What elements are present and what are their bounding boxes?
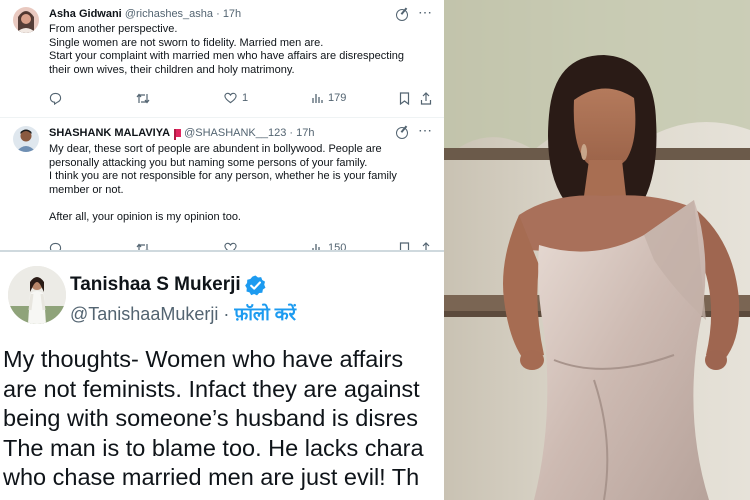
views-icon: [312, 94, 323, 103]
tweet-text: From another perspective. Single women a…: [49, 23, 434, 77]
avatar[interactable]: [13, 7, 39, 33]
author-name[interactable]: Tanishaa S Mukerji: [70, 274, 241, 296]
tweet-time[interactable]: · 17h: [216, 8, 241, 20]
tweet-header: Asha Gidwani @richashes_asha · 17h: [49, 8, 241, 20]
grok-icon[interactable]: [396, 127, 408, 139]
tweet-time[interactable]: · 17h: [289, 127, 314, 139]
more-icon[interactable]: ⋯: [418, 122, 432, 139]
tweet-line: [49, 197, 434, 211]
views-count: 179: [328, 92, 347, 104]
tweet-line: Start your complaint with married men wh…: [49, 50, 405, 63]
tweet-text: My thoughts- Women who have affairs are …: [3, 345, 444, 493]
reply-tweet-shashank[interactable]: SHASHANK MALAVIYA @SHASHANK__123 · 17h ⋯…: [0, 117, 444, 255]
avatar[interactable]: [13, 126, 39, 152]
tweet-actions: 1 179: [49, 92, 434, 108]
views-button[interactable]: 179: [311, 92, 346, 104]
follow-button[interactable]: फ़ॉलो करें: [234, 304, 296, 324]
collage: Asha Gidwani @richashes_asha · 17h ⋯ Fro…: [0, 0, 750, 500]
reply-icon: [49, 92, 62, 105]
bookmark-icon: [399, 92, 410, 105]
portrait-photo: [444, 0, 750, 500]
tweet-line: who chase married men are just evil! Th: [3, 464, 420, 490]
author-handle[interactable]: @SHASHANK__123: [184, 127, 286, 139]
tweet-line: their own wives, their children and holy…: [49, 63, 295, 76]
tweet-line: From another perspective.: [49, 23, 178, 35]
separator-dot: ·: [223, 304, 235, 324]
tweet-line: The man is to blame too. He lacks chara: [3, 434, 424, 461]
tweet-line: member or not.: [49, 183, 124, 196]
reply-tweet-asha[interactable]: Asha Gidwani @richashes_asha · 17h ⋯ Fro…: [0, 0, 444, 117]
share-icon: [420, 92, 432, 105]
like-count: 1: [242, 92, 249, 104]
more-icon[interactable]: ⋯: [418, 4, 432, 21]
tweet-line: After all, your opinion is my opinion to…: [49, 210, 241, 223]
tweet-text: My dear, these sort of people are abunde…: [49, 143, 434, 225]
tweet-line: personally attacking you but naming some…: [49, 156, 368, 169]
author-handle[interactable]: @richashes_asha: [125, 8, 213, 20]
like-icon: [224, 92, 237, 104]
grok-icon[interactable]: [396, 9, 408, 21]
tweet-line: are not feminists. Infact they are again…: [3, 375, 420, 402]
verified-badge-icon: [245, 275, 266, 296]
retweet-button[interactable]: [136, 92, 150, 105]
main-tweet[interactable]: Tanishaa S Mukerji @TanishaaMukerji · फ़…: [0, 252, 444, 500]
retweet-icon: [136, 93, 150, 104]
tweet-line: My thoughts- Women who have affairs: [3, 346, 404, 372]
flag-icon: [174, 129, 182, 140]
author-handle[interactable]: @TanishaaMukerji: [70, 304, 218, 324]
tweet-line: being with someone’s husband is disres: [3, 405, 418, 431]
share-button[interactable]: [420, 92, 432, 105]
author-name[interactable]: SHASHANK MALAVIYA: [49, 127, 170, 139]
reply-button[interactable]: [49, 92, 62, 105]
avatar[interactable]: [8, 266, 66, 324]
tweet-line: Single women are not sworn to fidelity. …: [49, 36, 324, 49]
author-handle-row: @TanishaaMukerji · फ़ॉलो करें: [70, 302, 296, 326]
tweet-line: I think you are not responsible for any …: [49, 170, 397, 183]
like-button[interactable]: 1: [224, 92, 248, 104]
tweet-screenshots: Asha Gidwani @richashes_asha · 17h ⋯ Fro…: [0, 0, 444, 500]
bookmark-button[interactable]: [399, 92, 410, 105]
tweet-header: SHASHANK MALAVIYA @SHASHANK__123 · 17h: [49, 127, 315, 140]
tweet-line: My dear, these sort of people are abunde…: [49, 143, 382, 155]
author-name[interactable]: Asha Gidwani: [49, 8, 122, 20]
